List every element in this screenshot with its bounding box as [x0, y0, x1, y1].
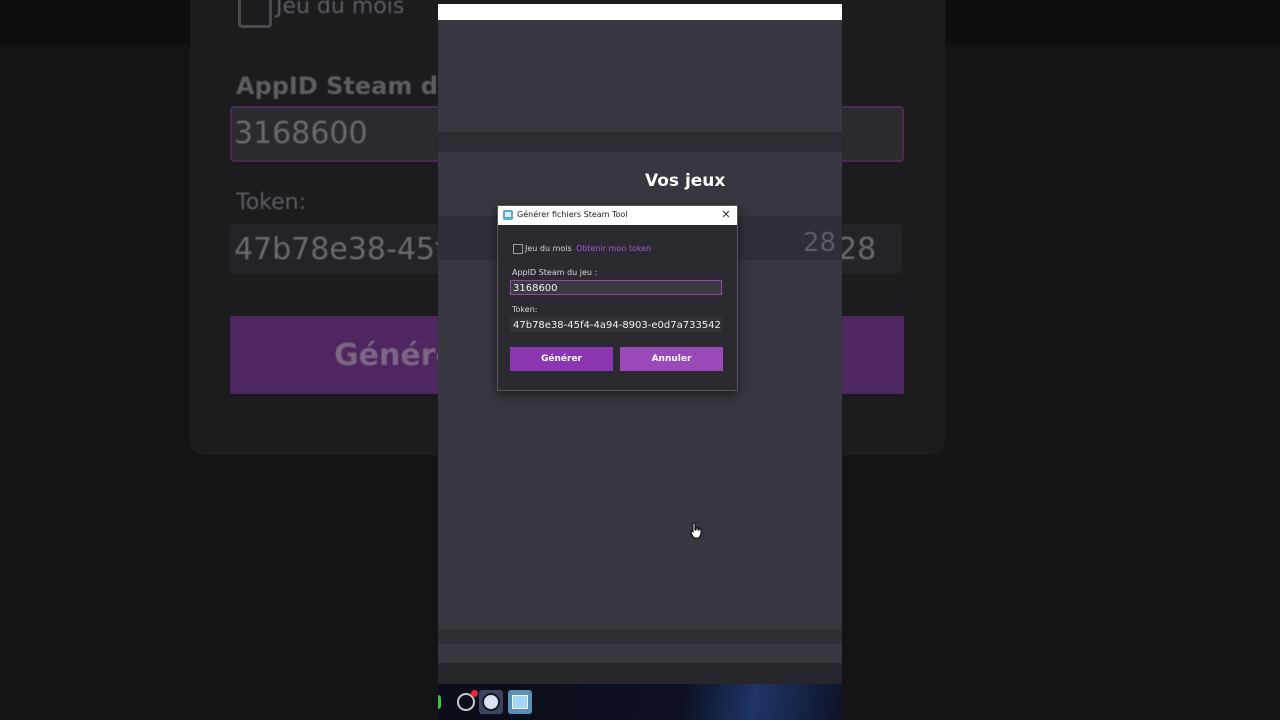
steam-tool-taskbar-icon[interactable]	[508, 690, 532, 714]
chrome-icon[interactable]	[454, 690, 478, 714]
background-checkbox	[238, 0, 272, 28]
taskbar	[438, 684, 842, 720]
background-appid-value: 3168600	[234, 116, 368, 151]
close-icon[interactable]: ✕	[719, 208, 733, 222]
game-of-month-checkbox[interactable]	[513, 244, 523, 254]
dialog-title: Générer fichiers Steam Tool	[517, 210, 628, 219]
token-label: Token:	[512, 305, 538, 314]
list-row-text-tail: 28	[802, 228, 836, 258]
background-token-value: 47b78e38-45f	[234, 232, 446, 267]
steam-tool-icon	[503, 210, 513, 220]
game-of-month-label[interactable]: Jeu du mois	[525, 244, 572, 253]
header-separator	[438, 132, 842, 152]
hand-cursor-icon	[690, 522, 702, 539]
app-screen: 28 Vos jeux Générer fichiers Steam Tool …	[438, 4, 842, 720]
generate-button[interactable]: Générer	[510, 347, 613, 371]
cancel-button[interactable]: Annuler	[620, 347, 723, 371]
page-title: Vos jeux	[645, 171, 726, 191]
background-token-label: Token:	[236, 190, 307, 215]
background-token-tail: 28	[838, 232, 877, 267]
app-icon[interactable]	[438, 695, 441, 709]
generate-files-dialog: Générer fichiers Steam Tool ✕ Jeu du moi…	[497, 205, 738, 391]
top-white-bar	[438, 4, 842, 20]
dialog-titlebar[interactable]: Générer fichiers Steam Tool ✕	[498, 206, 737, 225]
footer-band	[438, 630, 842, 644]
background-checkbox-label: Jeu du mois	[276, 0, 405, 19]
footer-band-dark	[438, 663, 842, 684]
steam-icon[interactable]	[479, 690, 503, 714]
appid-label: AppID Steam du jeu :	[512, 268, 598, 277]
footer-band-mid	[438, 644, 842, 664]
get-token-link[interactable]: Obtenir mon token	[576, 244, 651, 253]
appid-input[interactable]: 3168600	[510, 280, 722, 295]
token-input[interactable]: 47b78e38-45f4-4a94-8903-e0d7a7335428	[510, 317, 722, 332]
